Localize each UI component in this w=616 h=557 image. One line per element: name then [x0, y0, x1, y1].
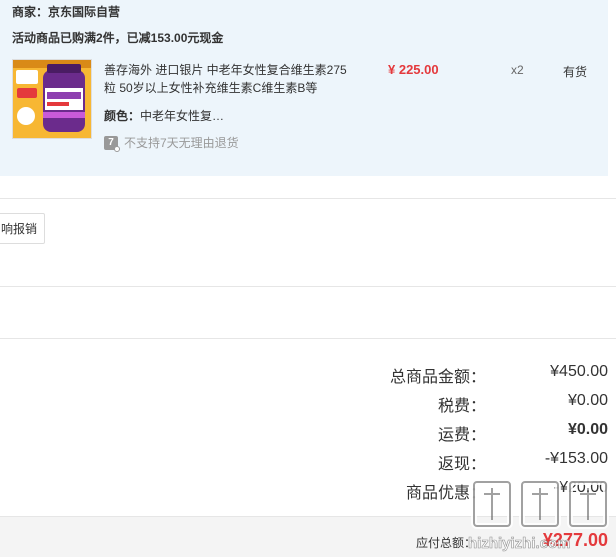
cashback-label: 返现：: [437, 456, 486, 473]
order-item-panel: 商家：京东国际自营 活动商品已购满2件，已减153.00元现金 善存海外 进口银…: [0, 0, 608, 176]
product-image[interactable]: [12, 59, 92, 139]
payable-bar: [0, 516, 616, 557]
no-return-7day-icon: 7: [104, 135, 120, 152]
cashback-value: -¥153.00: [544, 450, 608, 467]
report-reimbursement-button[interactable]: 响报销: [0, 213, 45, 244]
no-return-notice: 7 不支持7天无理由退货: [104, 134, 239, 152]
discount-value: -¥20.00: [553, 479, 608, 496]
shipping-label: 运费：: [437, 427, 486, 444]
product-name-link[interactable]: 善存海外 进口银片 中老年女性复合维生素275粒 50岁以上女性补充维生素C维生…: [104, 61, 354, 97]
product-price: ¥ 225.00: [388, 62, 439, 77]
stock-status: 有货: [563, 65, 588, 79]
payable-label: 应付总额：: [415, 536, 476, 550]
divider: [0, 338, 616, 339]
color-key: 颜色：: [104, 109, 141, 123]
tax-label: 税费：: [437, 398, 486, 415]
promo-label: 活动商品已购满2件，已减153.00元现金: [12, 31, 224, 45]
discount-label: 商品优惠：: [405, 485, 486, 502]
color-value: 中老年女性复…: [140, 109, 225, 123]
total-goods-label: 总商品金额：: [389, 369, 486, 386]
product-quantity: x2: [511, 63, 524, 77]
tax-value: ¥0.00: [567, 392, 608, 409]
divider: [0, 198, 616, 199]
product-color: 颜色：中老年女性复…: [104, 107, 224, 124]
divider: [0, 286, 616, 287]
no-return-text: 不支持7天无理由退货: [124, 136, 239, 150]
payable-total: ¥277.00: [542, 530, 608, 550]
product-image-art: [13, 60, 91, 138]
merchant-label: 商家：京东国际自营: [12, 5, 121, 19]
total-goods-value: ¥450.00: [550, 363, 608, 380]
shipping-value: ¥0.00: [567, 421, 608, 438]
